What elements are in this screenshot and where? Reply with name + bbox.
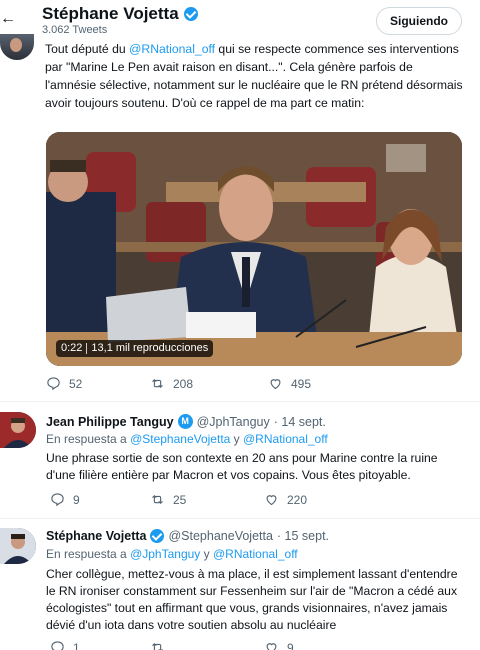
heart-icon bbox=[270, 379, 281, 390]
reply-author-name[interactable]: Jean Philippe Tanguy bbox=[46, 415, 174, 429]
mention-link[interactable]: @JphTanguy bbox=[130, 547, 200, 561]
reply-author-handle[interactable]: @JphTanguy bbox=[197, 415, 270, 429]
retweet-icon bbox=[152, 494, 163, 505]
arrow-left-icon[interactable]: ← bbox=[0, 10, 16, 28]
reply-prefix: En respuesta a bbox=[46, 547, 131, 561]
mention-link[interactable]: @StephaneVojetta bbox=[130, 432, 230, 446]
reply-date[interactable]: · 14 sept. bbox=[274, 415, 326, 429]
retweet-count: 25 bbox=[173, 492, 187, 507]
like-action[interactable]: 9 bbox=[264, 640, 294, 650]
reply-icon bbox=[51, 493, 64, 507]
reply-action[interactable]: 1 bbox=[50, 640, 80, 650]
reply-date[interactable]: · 15 sept. bbox=[277, 529, 329, 543]
reply-prefix: En respuesta a bbox=[46, 432, 131, 446]
heart-icon bbox=[266, 643, 277, 650]
retweet-action[interactable] bbox=[150, 640, 173, 650]
retweet-count: 208 bbox=[173, 376, 194, 391]
reply-and: y bbox=[200, 547, 213, 561]
profile-header: ← Stéphane Vojetta 3.062 Tweets Siguiend… bbox=[0, 0, 480, 40]
following-button[interactable]: Siguiendo bbox=[376, 7, 462, 35]
reply-header: Stéphane Vojetta @StephaneVojetta · 15 s… bbox=[46, 529, 329, 543]
reply-avatar[interactable] bbox=[0, 528, 36, 564]
tweet-count: 3.062 Tweets bbox=[42, 24, 108, 36]
mention-link[interactable]: @RNational_off bbox=[243, 432, 328, 446]
verified-badge-icon bbox=[150, 529, 165, 543]
heart-icon bbox=[266, 495, 277, 506]
like-count: 495 bbox=[291, 376, 312, 391]
profile-title: Stéphane Vojetta bbox=[42, 4, 198, 24]
main-tweet-actions: 52 208 495 bbox=[46, 376, 346, 394]
reply-author-handle[interactable]: @StephaneVojetta bbox=[168, 529, 272, 543]
main-tweet-text: Tout député du @RNational_off qui se res… bbox=[45, 40, 465, 112]
reply-context: En respuesta a @StephaneVojetta y @RNati… bbox=[46, 432, 328, 446]
retweet-action[interactable]: 25 bbox=[150, 492, 186, 507]
video-info-badge: 0:22 13,1 mil reproducciones bbox=[56, 340, 214, 357]
like-count: 220 bbox=[287, 492, 308, 507]
avatar-image bbox=[0, 528, 36, 564]
reply-icon bbox=[51, 641, 64, 650]
reply-avatar[interactable] bbox=[0, 412, 36, 448]
retweet-action[interactable]: 208 bbox=[150, 376, 193, 391]
reply-actions: 9 25 220 bbox=[50, 492, 350, 510]
reply-author-name[interactable]: Stéphane Vojetta bbox=[46, 529, 146, 543]
like-action[interactable]: 495 bbox=[268, 376, 311, 391]
reply-actions: 1 9 bbox=[50, 640, 350, 650]
reply-action[interactable]: 52 bbox=[46, 376, 82, 391]
divider bbox=[0, 518, 480, 519]
like-count: 9 bbox=[287, 640, 294, 650]
like-action[interactable]: 220 bbox=[264, 492, 307, 507]
reply-icon bbox=[47, 377, 60, 391]
main-tweet-text-part: Tout député du bbox=[45, 42, 130, 56]
reply-count: 9 bbox=[73, 492, 80, 507]
profile-name: Stéphane Vojetta bbox=[42, 4, 179, 23]
avatar-image bbox=[0, 412, 36, 448]
video-player[interactable] bbox=[46, 132, 462, 366]
reply-context: En respuesta a @JphTanguy y @RNational_o… bbox=[46, 547, 298, 561]
reply-text: Cher collègue, mettez-vous à ma place, i… bbox=[46, 567, 458, 632]
video-views: 13,1 mil reproducciones bbox=[91, 342, 209, 354]
main-tweet-avatar[interactable] bbox=[0, 34, 34, 60]
video-frame bbox=[46, 132, 462, 366]
reply-count: 1 bbox=[73, 640, 80, 650]
video-duration: 0:22 bbox=[61, 342, 83, 354]
badge-divider bbox=[86, 343, 88, 354]
reply-action[interactable]: 9 bbox=[50, 492, 80, 507]
reply-header: Jean Philippe Tanguy M @JphTanguy · 14 s… bbox=[46, 414, 326, 429]
mention-link[interactable]: @RNational_off bbox=[129, 42, 215, 56]
reply-count: 52 bbox=[69, 376, 83, 391]
retweet-icon bbox=[152, 378, 163, 389]
mention-link[interactable]: @RNational_off bbox=[213, 547, 298, 561]
divider bbox=[0, 401, 480, 402]
party-badge-icon: M bbox=[177, 414, 193, 429]
retweet-icon bbox=[152, 642, 163, 650]
verified-badge-icon bbox=[183, 7, 198, 21]
reply-and: y bbox=[230, 432, 243, 446]
reply-text: Une phrase sortie de son contexte en 20 … bbox=[46, 451, 438, 482]
